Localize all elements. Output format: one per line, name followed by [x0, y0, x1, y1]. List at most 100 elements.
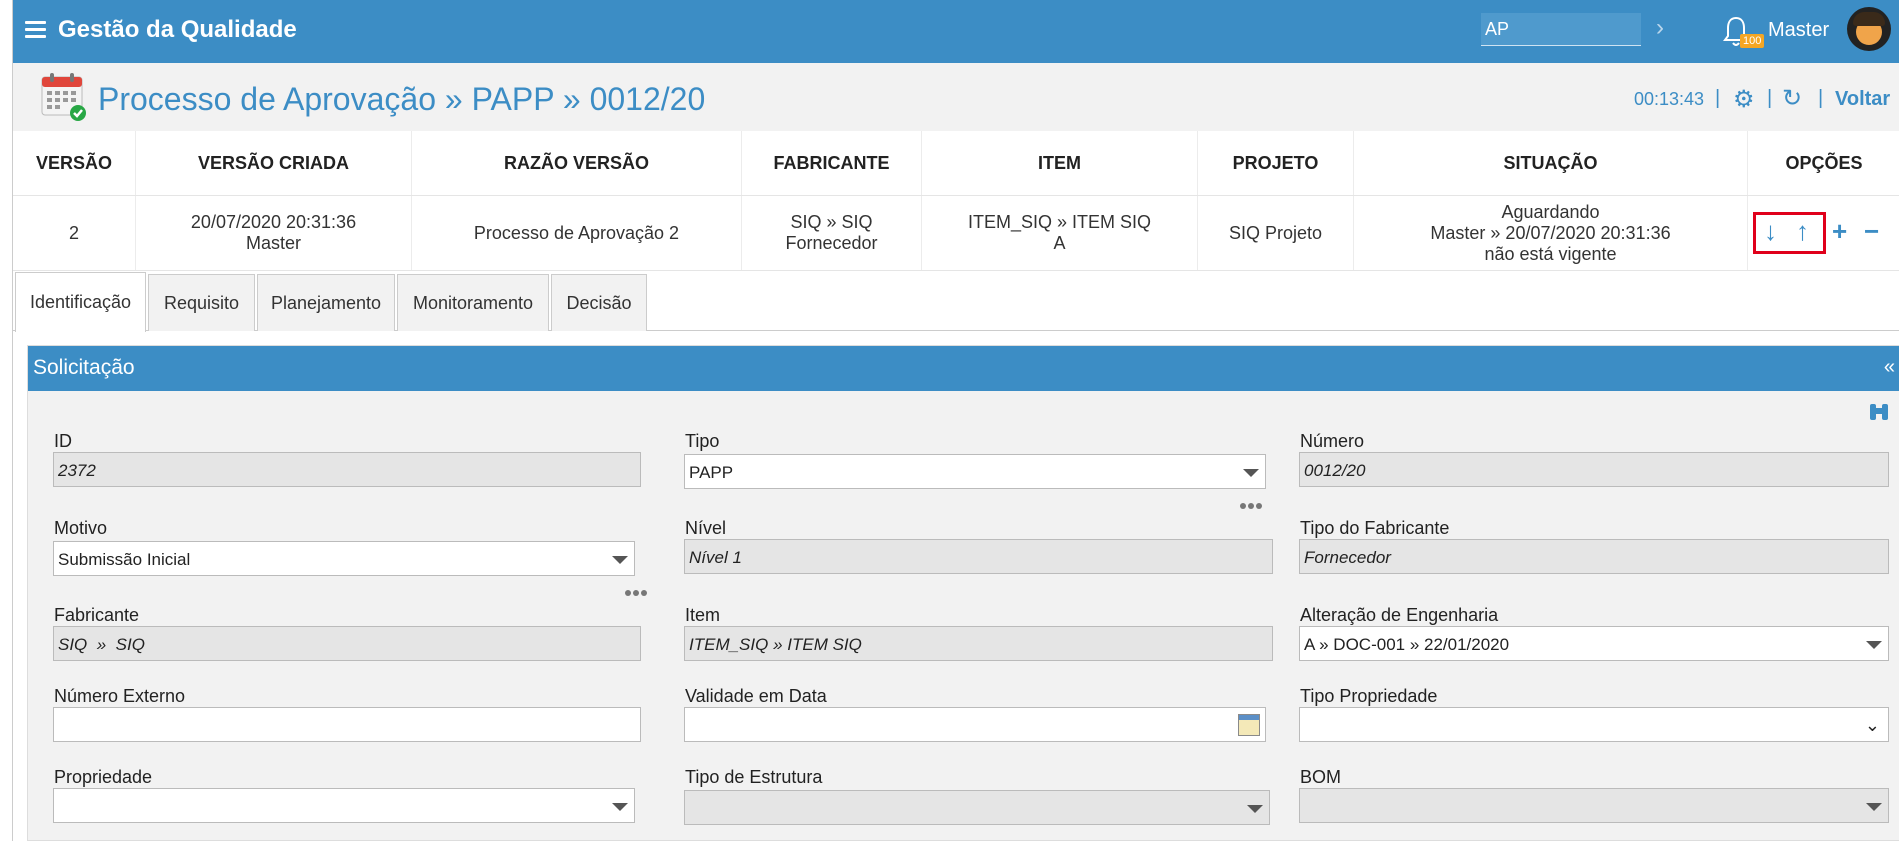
fabricante-field: SIQ » SIQ — [53, 626, 641, 661]
item-cell: ITEM_SIQ » ITEM SIQ A — [921, 196, 1197, 270]
propriedade-label: Propriedade — [54, 767, 153, 787]
fabricante-line: SIQ » SIQ — [790, 212, 873, 232]
motivo-label: Motivo — [54, 518, 108, 538]
chevron-down-icon — [1866, 803, 1882, 811]
nivel-field: Nível 1 — [684, 539, 1273, 574]
motivo-value: Submissão Inicial — [58, 550, 191, 569]
gear-icon[interactable]: ⚙ — [1733, 85, 1755, 114]
tab-planejamento[interactable]: Planejamento — [257, 274, 395, 331]
column-header: SITUAÇÃO — [1353, 131, 1747, 195]
user-name[interactable]: Master — [1768, 19, 1829, 42]
column-header: PROJETO — [1197, 131, 1353, 195]
tab-requisito[interactable]: Requisito — [148, 274, 255, 331]
tab-monitoramento[interactable]: Monitoramento — [397, 274, 549, 331]
page-title: Processo de Aprovação » PAPP » 0012/20 — [98, 81, 706, 117]
arrow-up-icon[interactable]: ↑ — [1796, 218, 1809, 244]
tipo-propriedade-select[interactable]: ⌄ — [1299, 707, 1889, 742]
table-header: VERSÃO VERSÃO CRIADA RAZÃO VERSÃO FABRIC… — [13, 131, 1899, 196]
minus-icon[interactable]: − — [1864, 218, 1879, 244]
projeto-cell: SIQ Projeto — [1197, 196, 1353, 270]
tipo-estrutura-select[interactable] — [684, 790, 1270, 825]
tipo-propriedade-label: Tipo Propriedade — [1300, 686, 1438, 706]
id-field: 2372 — [53, 452, 641, 487]
situacao-vigencia: não está vigente — [1484, 243, 1617, 264]
versao-cell: 2 — [68, 222, 79, 243]
avatar[interactable] — [1847, 7, 1891, 51]
refresh-icon[interactable]: ↻ — [1782, 84, 1802, 113]
nivel-label: Nível — [685, 518, 727, 538]
menu-icon[interactable] — [25, 21, 46, 39]
column-header: VERSÃO — [35, 152, 113, 173]
fabricante-cell: SIQ » SIQ Fornecedor — [741, 196, 921, 270]
situacao-detail: Master » 20/07/2020 20:31:36 — [1430, 222, 1671, 243]
alteracao-select[interactable]: A » DOC-001 » 22/01/2020 — [1299, 626, 1889, 661]
more-icon[interactable] — [1240, 496, 1264, 514]
razao-cell: Processo de Aprovação 2 — [411, 196, 741, 270]
page-header: Processo de Aprovação » PAPP » 0012/20 0… — [13, 63, 1899, 131]
propriedade-select[interactable] — [53, 788, 635, 823]
more-icon[interactable] — [625, 583, 649, 601]
item-line: ITEM_SIQ » ITEM SIQ — [967, 212, 1152, 232]
app-frame: Gestão da Qualidade AP › 100 Master Proc… — [12, 0, 1899, 841]
binoculars-icon[interactable] — [1868, 402, 1890, 422]
app-title: Gestão da Qualidade — [58, 16, 297, 43]
column-header: ITEM — [921, 131, 1197, 195]
motivo-select[interactable]: Submissão Inicial — [53, 541, 635, 576]
criada-user: Master — [245, 233, 301, 253]
tipo-select[interactable]: PAPP — [684, 454, 1266, 489]
chevron-down-icon — [1243, 469, 1259, 477]
chevron-down-icon — [1866, 641, 1882, 649]
id-label: ID — [54, 431, 72, 451]
situacao-cell: Aguardando Master » 20/07/2020 20:31:36 … — [1353, 196, 1747, 270]
search-input[interactable]: AP — [1481, 13, 1641, 46]
notification-badge: 100 — [1740, 34, 1765, 48]
column-header: VERSÃO CRIADA — [135, 131, 411, 195]
section-title: Solicitação — [33, 356, 135, 379]
criada-date: 20/07/2020 20:31:36 — [190, 212, 357, 232]
item-field: ITEM_SIQ » ITEM SIQ — [684, 626, 1273, 661]
tab-decisao[interactable]: Decisão — [551, 274, 647, 331]
bom-label: BOM — [1300, 767, 1342, 787]
column-header: RAZÃO VERSÃO — [411, 131, 741, 195]
column-header: OPÇÕES — [1747, 131, 1899, 195]
numero-externo-input[interactable] — [53, 707, 641, 742]
section-header[interactable]: Solicitação « — [28, 346, 1899, 391]
tipo-estrutura-label: Tipo de Estrutura — [685, 767, 823, 787]
separator: | — [1767, 87, 1773, 109]
chevron-right-icon[interactable]: › — [1656, 14, 1664, 42]
arrow-down-icon[interactable]: ↓ — [1764, 218, 1777, 244]
tipo-fabricante-field: Fornecedor — [1299, 539, 1889, 574]
tab-bar: Identificação Requisito Planejamento Mon… — [13, 272, 1899, 332]
tab-identificacao[interactable]: Identificação — [15, 272, 146, 332]
solicitacao-panel: Solicitação « ID 2372 Tipo PAPP Número 0… — [27, 345, 1899, 841]
calendar-check-icon — [41, 73, 86, 121]
numero-externo-label: Número Externo — [54, 686, 186, 706]
validade-label: Validade em Data — [685, 686, 827, 706]
session-timer: 00:13:43 — [1634, 89, 1705, 109]
alteracao-value: A » DOC-001 » 22/01/2020 — [1304, 635, 1510, 654]
top-bar: Gestão da Qualidade AP › 100 Master — [13, 0, 1899, 63]
calendar-icon[interactable] — [1238, 714, 1260, 736]
bom-select[interactable] — [1299, 788, 1889, 823]
chevron-down-icon — [612, 556, 628, 564]
item-label: Item — [685, 605, 721, 625]
situacao-status: Aguardando — [1501, 201, 1600, 222]
tipo-value: PAPP — [689, 463, 734, 482]
collapse-icon[interactable]: « — [1884, 356, 1895, 379]
fabricante-label: Fabricante — [54, 605, 140, 625]
numero-label: Número — [1300, 431, 1365, 451]
plus-icon[interactable]: + — [1832, 218, 1847, 244]
table-row[interactable]: 2 20/07/2020 20:31:36 Master Processo de… — [13, 196, 1899, 271]
tipo-label: Tipo — [685, 431, 720, 451]
options-cell: ↓ ↑ + − — [1747, 196, 1899, 270]
back-link[interactable]: Voltar — [1835, 88, 1890, 111]
fabricante-type: Fornecedor — [785, 233, 878, 253]
chevron-down-icon — [612, 803, 628, 811]
separator: | — [1715, 87, 1721, 109]
tipo-fabricante-label: Tipo do Fabricante — [1300, 518, 1450, 538]
criada-cell: 20/07/2020 20:31:36 Master — [135, 196, 411, 270]
validade-input[interactable] — [684, 707, 1266, 742]
chevron-down-icon — [1247, 805, 1263, 813]
column-header: FABRICANTE — [741, 131, 921, 195]
separator: | — [1818, 87, 1824, 109]
